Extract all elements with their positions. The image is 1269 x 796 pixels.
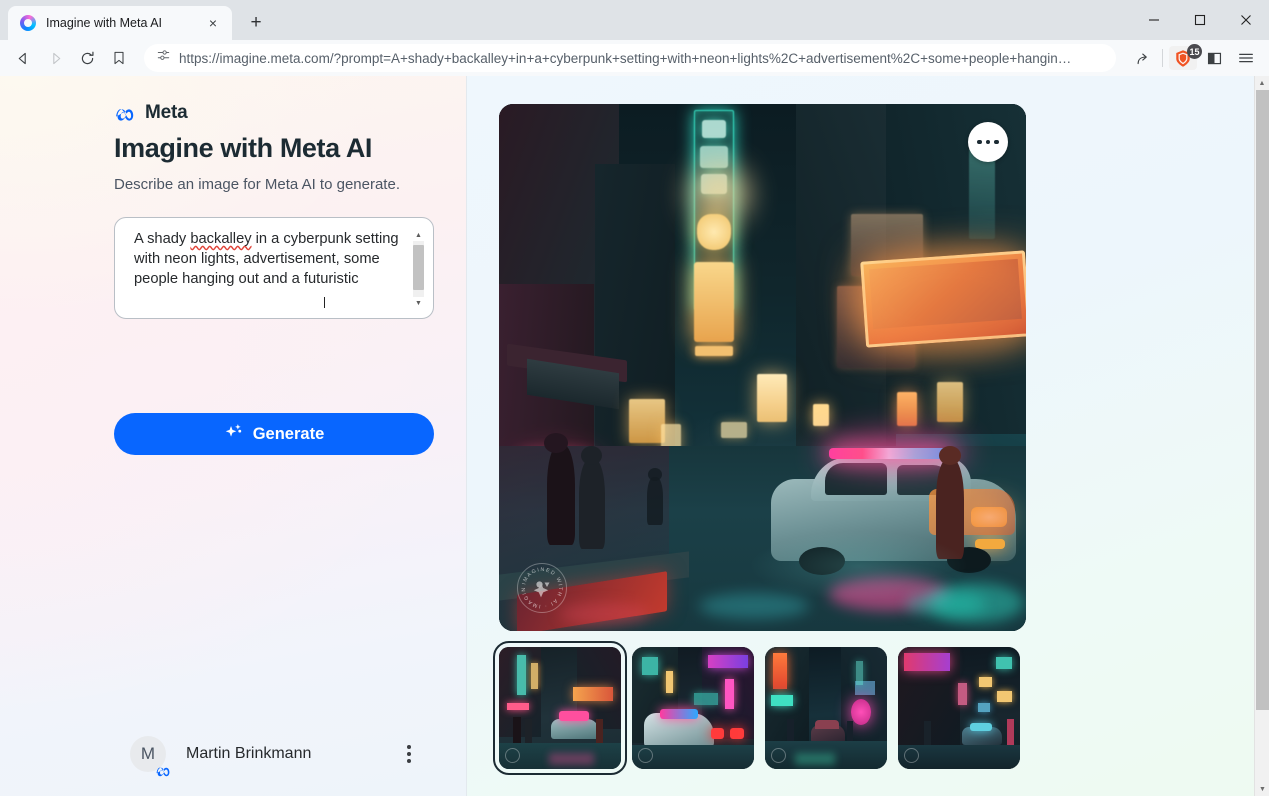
scrollbar-thumb[interactable]	[413, 245, 424, 290]
thumbnail-strip	[493, 641, 1020, 775]
scroll-down-icon[interactable]: ▼	[412, 297, 425, 309]
close-icon[interactable]: ×	[202, 12, 224, 34]
meta-brand: Meta	[0, 76, 466, 124]
brave-shield-icon[interactable]: 15	[1169, 44, 1202, 70]
meta-badge-icon	[155, 762, 173, 777]
page-title: Imagine with Meta AI	[114, 133, 373, 163]
prompt-scrollbar[interactable]: ▲ ▼	[412, 229, 425, 309]
browser-toolbar: https://imagine.meta.com/?prompt=A+shady…	[0, 40, 1269, 76]
hero-artwork	[499, 104, 1026, 631]
new-tab-button[interactable]: +	[242, 9, 270, 37]
kebab-menu-icon[interactable]	[398, 741, 420, 767]
avatar-initial: M	[140, 744, 156, 763]
site-permissions-icon[interactable]	[156, 48, 171, 68]
page-content: Meta Imagine with Meta AI Describe an im…	[0, 76, 1269, 796]
url-text: https://imagine.meta.com/?prompt=A+shady…	[179, 50, 1072, 66]
tab-title: Imagine with Meta AI	[46, 16, 163, 30]
page-subtitle: Describe an image for Meta AI to generat…	[114, 176, 400, 193]
thumbnail-item-1[interactable]	[493, 641, 627, 775]
meta-infinity-logo	[114, 105, 138, 121]
reload-icon[interactable]	[72, 44, 102, 72]
meta-wordmark: Meta	[145, 102, 188, 123]
split-view-icon[interactable]	[1199, 44, 1229, 72]
maximize-icon[interactable]	[1177, 0, 1223, 40]
window-controls	[1131, 0, 1269, 40]
prompt-misspelled-word: backalley	[190, 231, 252, 247]
browser-titlebar: Imagine with Meta AI × +	[0, 0, 1269, 40]
prompt-text-part1: A shady	[134, 231, 191, 247]
imagined-with-ai-watermark	[771, 748, 786, 763]
thumbnail-item-4[interactable]	[898, 647, 1020, 769]
page-scrollbar[interactable]: ▲ ▼	[1254, 76, 1269, 796]
imagined-with-ai-watermark	[505, 748, 520, 763]
generate-button-label: Generate	[252, 424, 325, 443]
hero-image[interactable]: IMAGINED WITH AI · IMAGINED WITH AI ·	[499, 104, 1026, 631]
close-icon[interactable]	[1223, 0, 1269, 40]
imagined-with-ai-watermark	[638, 748, 653, 763]
toolbar-divider	[1162, 49, 1163, 67]
thumbnail-item-2[interactable]	[632, 647, 754, 769]
meta-ai-ring-icon	[20, 15, 36, 31]
user-name: Martin Brinkmann	[186, 745, 312, 762]
imagined-with-ai-watermark: IMAGINED WITH AI · IMAGINED WITH AI ·	[515, 560, 567, 613]
more-options-icon[interactable]	[968, 122, 1008, 162]
address-bar[interactable]: https://imagine.meta.com/?prompt=A+shady…	[144, 44, 1116, 72]
browser-tab[interactable]: Imagine with Meta AI ×	[8, 6, 232, 40]
avatar[interactable]: M	[130, 736, 170, 777]
hamburger-menu-icon[interactable]	[1231, 44, 1261, 72]
imagined-with-ai-watermark	[904, 748, 919, 763]
scrollbar-thumb[interactable]	[1256, 90, 1269, 710]
generate-button[interactable]: Generate	[114, 413, 434, 455]
bookmark-icon[interactable]	[104, 44, 134, 72]
minimize-icon[interactable]	[1131, 0, 1177, 40]
thumbnail-item-3[interactable]	[765, 647, 887, 769]
prompt-text: A shady backalley in a cyberpunk setting…	[134, 229, 412, 308]
sidebar-panel: Meta Imagine with Meta AI Describe an im…	[0, 76, 467, 796]
shield-badge-count: 15	[1187, 44, 1202, 59]
scroll-down-icon[interactable]: ▼	[1255, 782, 1269, 796]
user-profile-row[interactable]: M Martin Brinkmann	[130, 736, 420, 777]
back-arrow-icon[interactable]	[8, 44, 38, 72]
scroll-up-icon[interactable]: ▲	[412, 229, 425, 241]
text-caret	[324, 297, 325, 308]
scroll-up-icon[interactable]: ▲	[1255, 76, 1269, 90]
sparkle-icon	[224, 422, 243, 446]
prompt-input[interactable]: A shady backalley in a cyberpunk setting…	[114, 217, 434, 319]
share-icon[interactable]	[1126, 44, 1156, 72]
browser-window: Imagine with Meta AI × + https://imagine…	[0, 0, 1269, 796]
forward-arrow-icon	[40, 44, 70, 72]
main-panel: IMAGINED WITH AI · IMAGINED WITH AI ·	[467, 76, 1269, 796]
